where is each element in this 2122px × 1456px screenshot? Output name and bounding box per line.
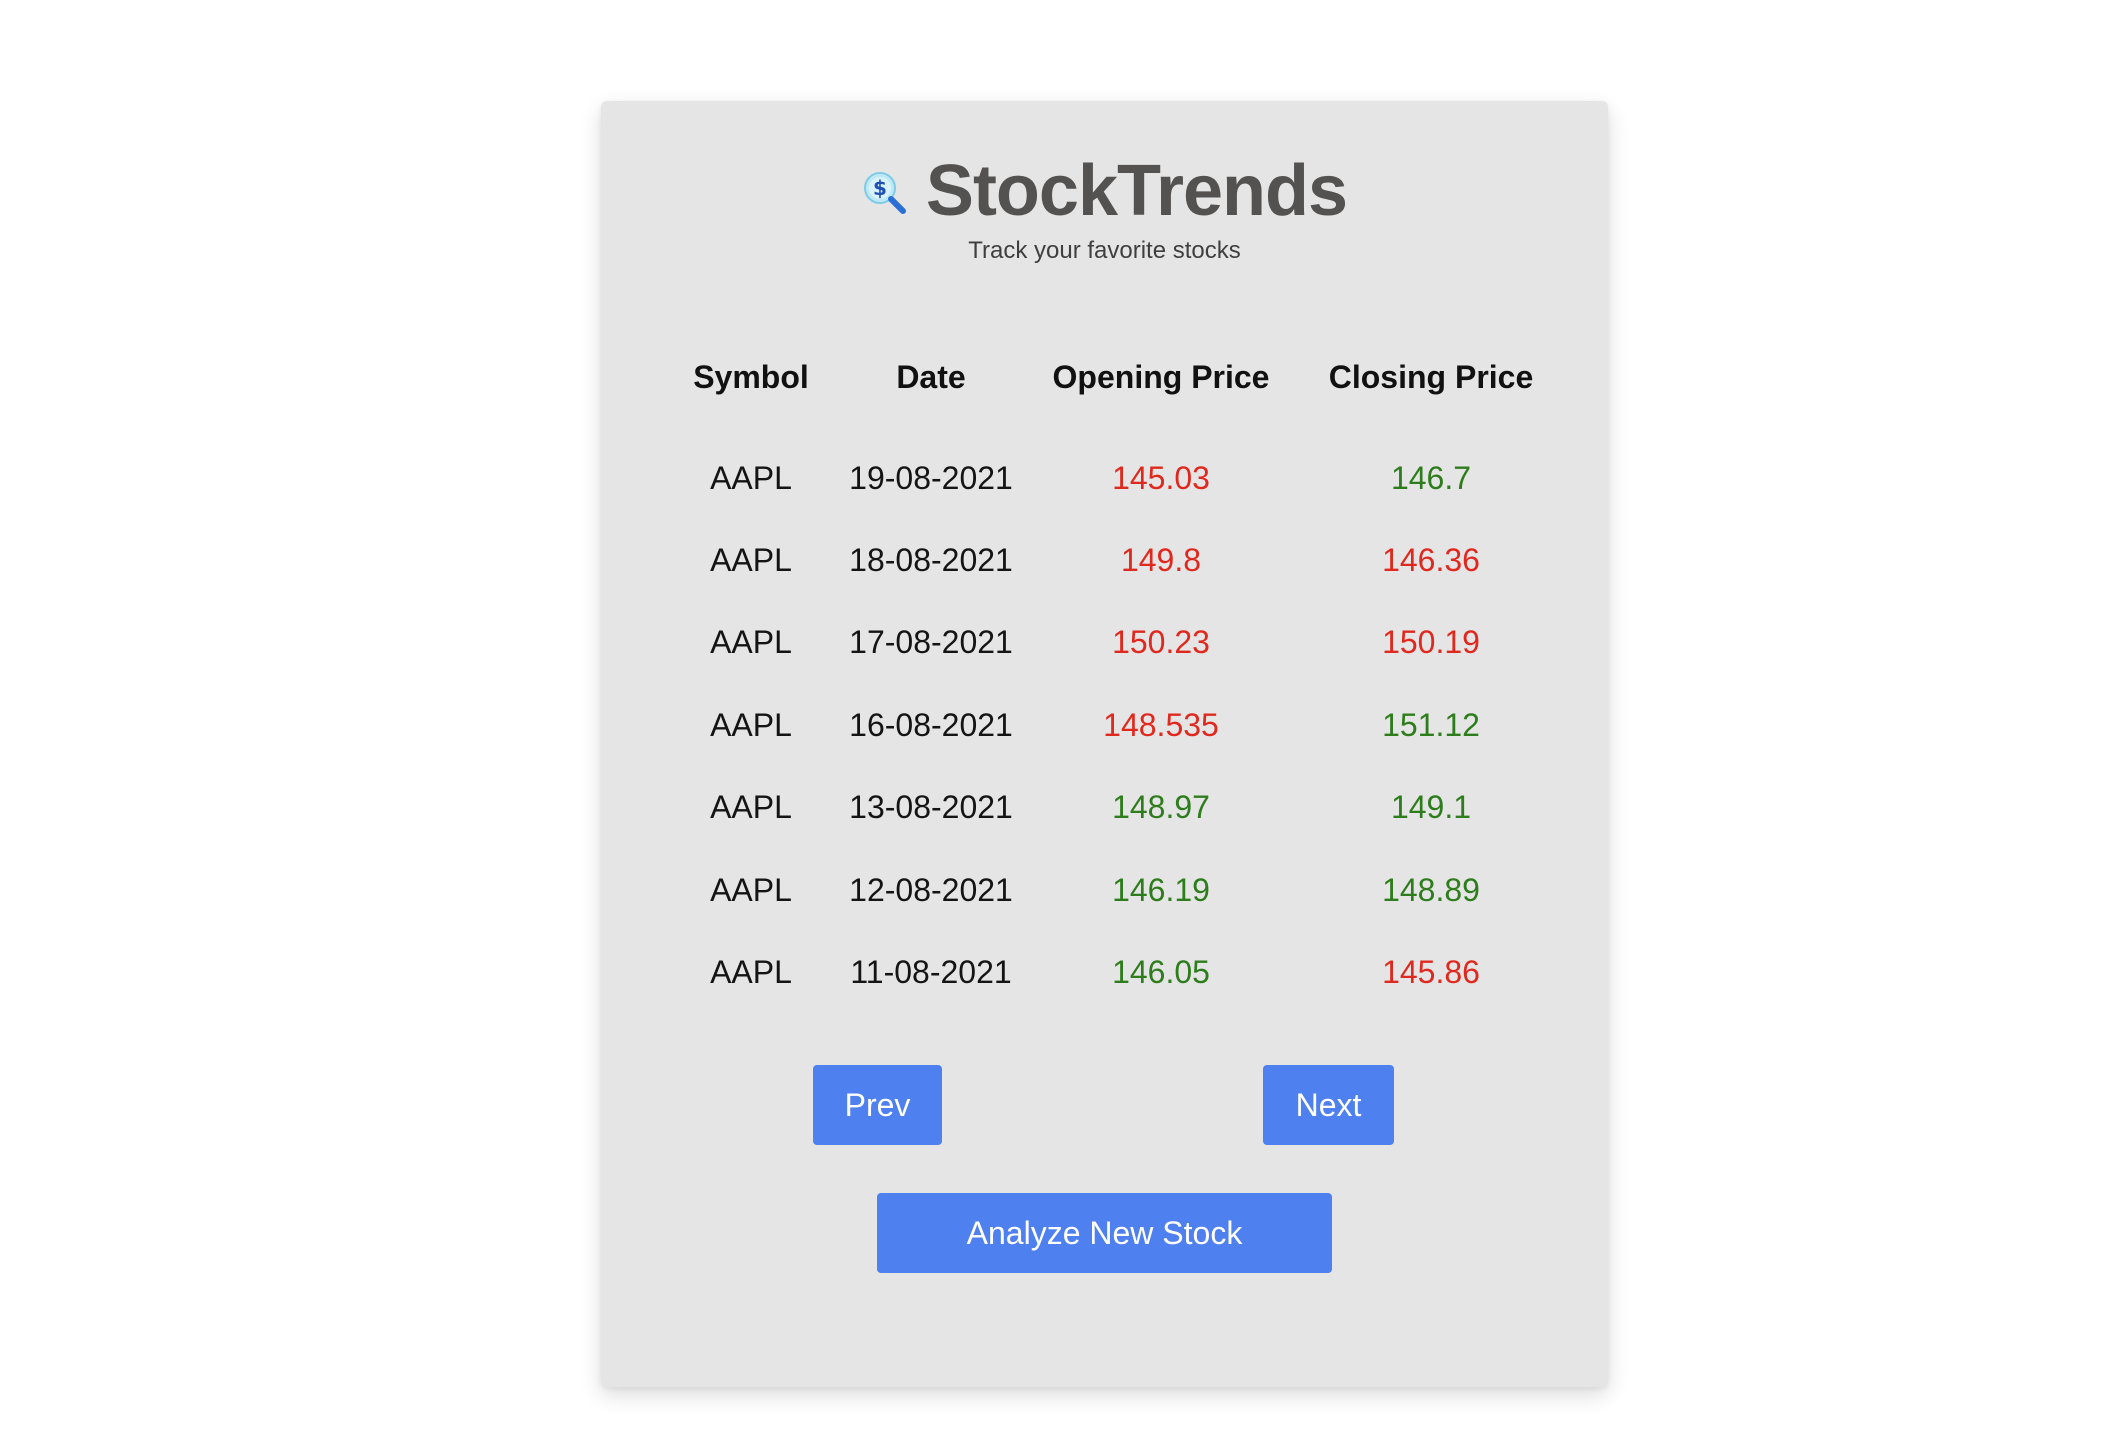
table-row: AAPL 11-08-2021 146.05 145.86 bbox=[661, 931, 1561, 1013]
header-opening-price: Opening Price bbox=[1052, 358, 1270, 395]
cell-symbol: AAPL bbox=[710, 789, 792, 826]
cell-symbol: AAPL bbox=[710, 624, 792, 661]
cell-date: 13-08-2021 bbox=[849, 789, 1013, 826]
next-button[interactable]: Next bbox=[1263, 1065, 1394, 1145]
cell-closing-price: 145.86 bbox=[1382, 954, 1480, 991]
table-row: AAPL 18-08-2021 149.8 146.36 bbox=[661, 519, 1561, 601]
cell-opening-price: 149.8 bbox=[1120, 542, 1202, 579]
cell-symbol: AAPL bbox=[710, 954, 792, 991]
table-body: AAPL 19-08-2021 145.03 146.7 AAPL 18-08-2021 1… bbox=[661, 409, 1561, 1014]
cell-symbol: AAPL bbox=[710, 706, 792, 743]
cell-opening-price: 148.535 bbox=[1103, 706, 1219, 743]
table-row: AAPL 17-08-2021 150.23 150.19 bbox=[661, 602, 1561, 684]
table-row: AAPL 19-08-2021 145.03 146.7 bbox=[661, 409, 1561, 519]
cell-closing-price: 149.1 bbox=[1390, 789, 1472, 826]
cell-opening-price: 145.03 bbox=[1112, 459, 1210, 496]
money-search-icon: $ bbox=[862, 170, 908, 216]
app-title: StockTrends bbox=[925, 151, 1348, 231]
stock-table: Symbol Date Opening Price Closing Price … bbox=[661, 345, 1561, 1014]
cell-closing-price: 146.36 bbox=[1382, 542, 1480, 579]
cell-opening-price: 148.97 bbox=[1112, 789, 1210, 826]
title-row: $ StockTrends bbox=[601, 149, 1608, 233]
table-row: AAPL 13-08-2021 148.97 149.1 bbox=[661, 767, 1561, 849]
prev-button[interactable]: Prev bbox=[813, 1065, 942, 1145]
cell-symbol: AAPL bbox=[710, 542, 792, 579]
header-symbol: Symbol bbox=[693, 358, 809, 395]
cell-opening-price: 146.05 bbox=[1112, 954, 1210, 991]
cell-date: 16-08-2021 bbox=[849, 706, 1013, 743]
cell-opening-price: 146.19 bbox=[1112, 871, 1210, 908]
cell-date: 11-08-2021 bbox=[850, 954, 1012, 991]
cell-date: 19-08-2021 bbox=[849, 459, 1013, 496]
table-row: AAPL 12-08-2021 146.19 148.89 bbox=[661, 849, 1561, 931]
header-closing-price: Closing Price bbox=[1328, 358, 1534, 395]
app-subtitle: Track your favorite stocks bbox=[968, 237, 1241, 264]
header: $ StockTrends Track your favorite stocks bbox=[601, 149, 1608, 265]
cell-symbol: AAPL bbox=[710, 459, 792, 496]
cell-closing-price: 146.7 bbox=[1390, 459, 1472, 496]
header-date: Date bbox=[896, 358, 966, 395]
svg-text:$: $ bbox=[873, 176, 887, 200]
analyze-new-stock-button[interactable]: Analyze New Stock bbox=[877, 1193, 1332, 1273]
cell-closing-price: 150.19 bbox=[1382, 624, 1480, 661]
cell-closing-price: 148.89 bbox=[1382, 871, 1480, 908]
table-header-row: Symbol Date Opening Price Closing Price bbox=[661, 345, 1561, 409]
cell-date: 18-08-2021 bbox=[849, 542, 1013, 579]
cell-date: 12-08-2021 bbox=[849, 871, 1013, 908]
cell-symbol: AAPL bbox=[710, 871, 792, 908]
cell-date: 17-08-2021 bbox=[849, 624, 1013, 661]
stock-card: $ StockTrends Track your favorite stocks… bbox=[601, 101, 1608, 1387]
cell-opening-price: 150.23 bbox=[1112, 624, 1210, 661]
table-row: AAPL 16-08-2021 148.535 151.12 bbox=[661, 684, 1561, 766]
cell-closing-price: 151.12 bbox=[1382, 706, 1480, 743]
